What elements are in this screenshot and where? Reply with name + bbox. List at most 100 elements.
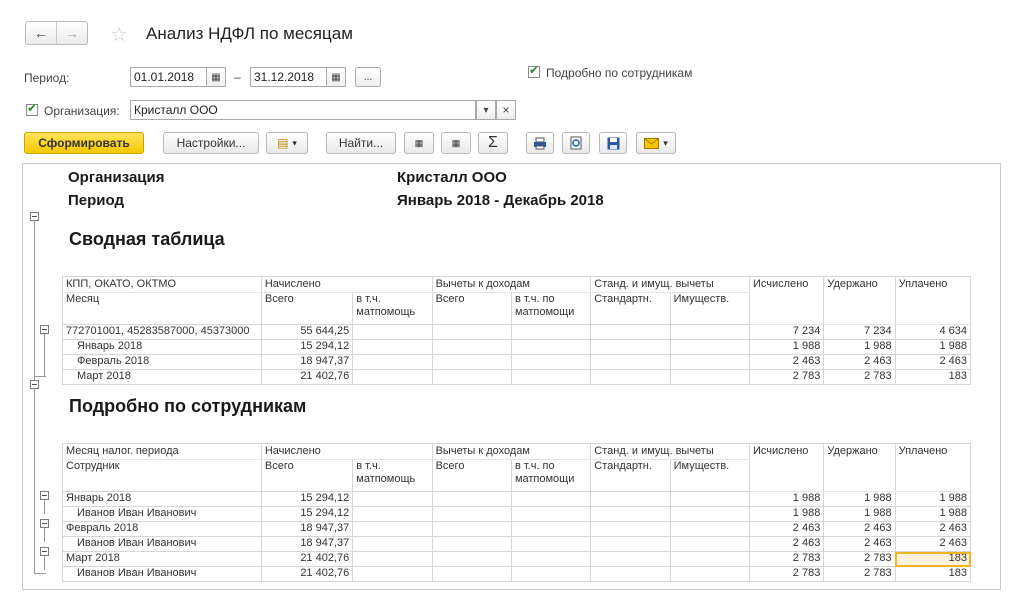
table-row[interactable]: 772701001, 45283587000, 45373000 55 644,2… bbox=[62, 324, 972, 340]
table-row[interactable]: Март 2018 21 402,76 2 783 2 783 183 bbox=[62, 369, 972, 385]
table-cell[interactable]: 2 783 bbox=[823, 551, 896, 567]
generate-button[interactable]: Сформировать bbox=[24, 132, 144, 154]
org-input[interactable]: Кристалл ООО bbox=[130, 100, 476, 120]
table-cell[interactable]: 2 463 bbox=[823, 354, 896, 370]
table-row[interactable]: Февраль 2018 18 947,37 2 463 2 463 2 463 bbox=[62, 521, 972, 537]
table-cell[interactable]: 1 988 bbox=[823, 491, 896, 507]
table-cell[interactable] bbox=[669, 551, 751, 567]
org-clear-icon[interactable]: × bbox=[496, 100, 516, 120]
table-cell[interactable] bbox=[510, 324, 592, 340]
table-cell[interactable]: 15 294,12 bbox=[260, 491, 354, 507]
table-cell[interactable]: 2 463 bbox=[748, 521, 825, 537]
row-collapse-icon[interactable] bbox=[40, 519, 49, 528]
table-cell[interactable] bbox=[590, 339, 671, 355]
period-select-button[interactable]: ... bbox=[355, 67, 381, 87]
table-cell[interactable]: Февраль 2018 bbox=[62, 521, 262, 537]
sum-button[interactable]: Σ bbox=[478, 132, 508, 154]
table-cell[interactable] bbox=[510, 536, 592, 552]
table-cell[interactable]: 772701001, 45283587000, 45373000 bbox=[62, 324, 262, 340]
table-cell[interactable]: 1 988 bbox=[894, 339, 972, 355]
table-cell[interactable] bbox=[590, 369, 671, 385]
table-cell[interactable] bbox=[352, 369, 433, 385]
table-row[interactable]: Январь 2018 15 294,12 1 988 1 988 1 988 bbox=[62, 491, 972, 507]
table-cell[interactable]: 2 463 bbox=[894, 536, 972, 552]
table-cell[interactable]: 1 988 bbox=[748, 491, 825, 507]
group-collapse-icon[interactable] bbox=[30, 380, 39, 389]
table-cell[interactable]: 55 644,25 bbox=[260, 324, 354, 340]
table-cell[interactable] bbox=[669, 521, 751, 537]
table-cell[interactable]: 18 947,37 bbox=[260, 536, 354, 552]
table-cell[interactable]: Февраль 2018 bbox=[62, 354, 262, 370]
table-cell[interactable] bbox=[669, 536, 751, 552]
table-cell[interactable] bbox=[669, 324, 751, 340]
table-cell[interactable]: 18 947,37 bbox=[260, 354, 354, 370]
table-cell[interactable]: 2 463 bbox=[748, 354, 825, 370]
table-cell[interactable]: 1 988 bbox=[748, 506, 825, 522]
table-cell[interactable] bbox=[590, 551, 671, 567]
table-cell[interactable]: 7 234 bbox=[748, 324, 825, 340]
table-cell[interactable] bbox=[431, 521, 512, 537]
table-cell[interactable]: Январь 2018 bbox=[62, 339, 262, 355]
table-cell[interactable] bbox=[590, 324, 671, 340]
table-cell[interactable] bbox=[431, 566, 512, 582]
table-cell[interactable]: 1 988 bbox=[823, 506, 896, 522]
table-cell[interactable]: Март 2018 bbox=[62, 369, 262, 385]
table-cell[interactable] bbox=[590, 536, 671, 552]
row-collapse-icon[interactable] bbox=[40, 325, 49, 334]
table-cell[interactable]: Иванов Иван Иванович bbox=[62, 566, 262, 582]
table-cell[interactable]: 21 402,76 bbox=[260, 551, 354, 567]
table-cell[interactable]: Иванов Иван Иванович bbox=[62, 536, 262, 552]
table-cell[interactable] bbox=[352, 551, 433, 567]
print-icon[interactable] bbox=[526, 132, 554, 154]
table-cell[interactable]: 7 234 bbox=[823, 324, 896, 340]
collapse-groups-icon[interactable]: ▦ bbox=[441, 132, 471, 154]
org-dropdown-icon[interactable]: ▾ bbox=[476, 100, 496, 120]
table-cell[interactable] bbox=[510, 354, 592, 370]
table-cell[interactable] bbox=[510, 551, 592, 567]
table-cell[interactable]: 2 783 bbox=[823, 369, 896, 385]
table-cell[interactable]: 2 783 bbox=[823, 566, 896, 582]
table-cell[interactable] bbox=[352, 521, 433, 537]
table-cell[interactable] bbox=[590, 491, 671, 507]
table-cell[interactable] bbox=[431, 354, 512, 370]
table-cell[interactable] bbox=[352, 354, 433, 370]
table-cell[interactable]: 1 988 bbox=[894, 506, 972, 522]
table-cell[interactable]: 2 783 bbox=[748, 369, 825, 385]
table-cell[interactable] bbox=[352, 536, 433, 552]
table-cell[interactable]: Март 2018 bbox=[62, 551, 262, 567]
table-cell[interactable] bbox=[352, 566, 433, 582]
preview-icon[interactable] bbox=[562, 132, 590, 154]
table-cell[interactable] bbox=[510, 491, 592, 507]
table-cell[interactable]: 15 294,12 bbox=[260, 339, 354, 355]
find-button[interactable]: Найти... bbox=[326, 132, 396, 154]
table-cell[interactable] bbox=[590, 521, 671, 537]
table-cell[interactable] bbox=[669, 491, 751, 507]
table-cell[interactable]: 2 783 bbox=[748, 551, 825, 567]
table-row[interactable]: Иванов Иван Иванович 21 402,76 2 783 2 783… bbox=[62, 566, 972, 582]
table-cell[interactable]: 183 bbox=[894, 566, 972, 582]
table-cell[interactable] bbox=[669, 566, 751, 582]
table-cell[interactable] bbox=[510, 506, 592, 522]
selected-cell[interactable]: 183 bbox=[894, 551, 972, 567]
table-cell[interactable]: 21 402,76 bbox=[260, 369, 354, 385]
expand-groups-icon[interactable]: ▦ bbox=[404, 132, 434, 154]
table-cell[interactable]: 2 463 bbox=[823, 521, 896, 537]
table-cell[interactable]: 4 634 bbox=[894, 324, 972, 340]
table-cell[interactable]: Иванов Иван Иванович bbox=[62, 506, 262, 522]
table-cell[interactable] bbox=[510, 566, 592, 582]
table-row[interactable]: Иванов Иван Иванович 15 294,12 1 988 1 988… bbox=[62, 506, 972, 522]
table-cell[interactable]: 18 947,37 bbox=[260, 521, 354, 537]
table-cell[interactable] bbox=[431, 369, 512, 385]
table-cell[interactable] bbox=[431, 506, 512, 522]
table-cell[interactable] bbox=[352, 339, 433, 355]
table-cell[interactable]: 1 988 bbox=[823, 339, 896, 355]
calendar-to-icon[interactable]: ▦ bbox=[326, 67, 346, 87]
table-cell[interactable]: 2 463 bbox=[894, 354, 972, 370]
back-button[interactable]: ← bbox=[26, 22, 56, 44]
table-cell[interactable] bbox=[510, 521, 592, 537]
table-cell[interactable]: 1 988 bbox=[894, 491, 972, 507]
settings-button[interactable]: Настройки... bbox=[163, 132, 259, 154]
table-cell[interactable]: 21 402,76 bbox=[260, 566, 354, 582]
table-cell[interactable] bbox=[669, 369, 751, 385]
table-cell[interactable]: 2 463 bbox=[823, 536, 896, 552]
